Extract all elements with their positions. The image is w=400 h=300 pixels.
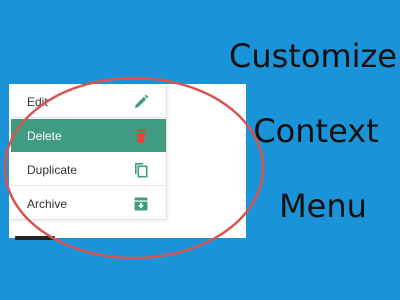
menu-item-archive[interactable]: Archive <box>11 187 166 220</box>
headline-line-2: Context <box>253 112 379 150</box>
headline-line-3: Menu <box>279 187 367 225</box>
trash-icon <box>133 128 149 144</box>
menu-item-edit[interactable]: Edit <box>11 85 166 118</box>
menu-divider <box>11 185 166 186</box>
pencil-icon <box>133 94 149 110</box>
menu-item-duplicate[interactable]: Duplicate <box>11 153 166 186</box>
copy-icon <box>133 162 149 178</box>
menu-item-delete[interactable]: Delete <box>11 119 166 152</box>
archive-icon <box>133 196 149 212</box>
menu-divider <box>11 117 166 118</box>
cropped-text-fragment <box>15 236 55 240</box>
context-menu: Edit Delete Duplicate Archive <box>11 85 167 220</box>
headline-line-1: Customize <box>229 37 397 75</box>
